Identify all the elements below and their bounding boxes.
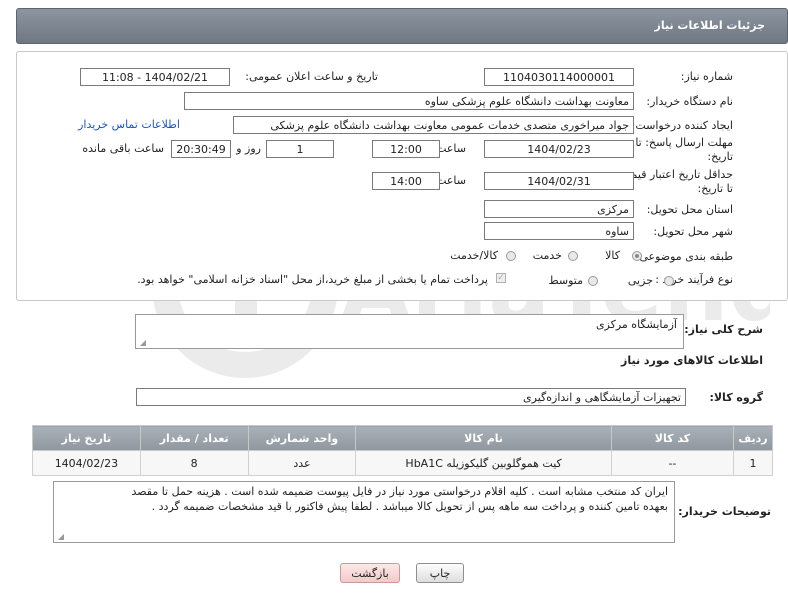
need-number-field: 1104030114000001: [484, 68, 634, 86]
city-label: شهر محل تحویل:: [653, 225, 733, 238]
announce-datetime-field: 1404/02/21 - 11:08: [80, 68, 230, 86]
back-button[interactable]: بازگشت: [340, 563, 400, 583]
description-label: شرح کلی نیاز:: [684, 323, 763, 336]
deadline-label-2: تاریخ:: [707, 150, 733, 163]
cell-code: --: [610, 450, 735, 476]
goods-table: ردیف کد کالا نام کالا واحد شمارش تعداد /…: [32, 425, 773, 476]
buyer-org-field: معاونت بهداشت دانشگاه علوم پزشکی ساوه: [184, 92, 634, 110]
col-qty: تعداد / مقدار: [139, 425, 249, 451]
deadline-date-field: 1404/02/23: [484, 140, 634, 158]
cell-qty: 8: [139, 450, 249, 476]
category-label: طبقه بندی موضوعی:: [635, 250, 733, 263]
deadline-time-label: ساعت: [436, 142, 466, 155]
process-radio-medium[interactable]: [588, 276, 598, 286]
print-button[interactable]: چاپ: [416, 563, 464, 583]
col-row: ردیف: [733, 425, 773, 451]
deadline-time-field: 12:00: [372, 140, 440, 158]
page-header: جزئیات اطلاعات نیاز: [16, 8, 788, 44]
buyer-org-label: نام دستگاه خریدار:: [646, 95, 733, 108]
city-field: ساوه: [484, 222, 634, 240]
announce-label: تاریخ و ساعت اعلان عمومی:: [245, 70, 378, 83]
process-option-medium: متوسط: [548, 274, 583, 287]
cell-name: کیت هموگلوبین گلیکوزیله HbA1C: [355, 450, 612, 476]
buyer-notes-line-2: بعهده تامین کننده و پرداخت سه ماهه پس از…: [151, 500, 668, 513]
deadline-label: مهلت ارسال پاسخ: تا: [635, 136, 733, 149]
goods-group-field: تجهیزات آزمایشگاهی و اندازه‌گیری: [136, 388, 686, 406]
province-label: استان محل تحویل:: [646, 203, 733, 216]
resize-grip-icon[interactable]: ◢: [56, 533, 64, 541]
buyer-contact-link[interactable]: اطلاعات تماس خریدار: [78, 118, 180, 131]
goods-table-header: ردیف کد کالا نام کالا واحد شمارش تعداد /…: [32, 425, 773, 451]
goods-group-label: گروه کالا:: [709, 391, 763, 404]
cell-date: 1404/02/23: [32, 450, 141, 476]
price-validity-date-field: 1404/02/31: [484, 172, 634, 190]
col-code: کد کالا: [610, 425, 735, 451]
description-text: آزمایشگاه مرکزی: [595, 318, 677, 331]
category-option-service: خدمت: [532, 249, 562, 262]
cell-unit: عدد: [247, 450, 357, 476]
category-option-goods-service: کالا/خدمت: [450, 249, 498, 262]
category-radio-service[interactable]: [568, 251, 578, 261]
remaining-time-field: 20:30:49: [171, 140, 231, 158]
category-option-goods: کالا: [605, 249, 620, 262]
process-option-minor: جزیی: [627, 274, 653, 287]
buyer-notes-label: توضیحات خریدار:: [678, 505, 771, 518]
need-number-label: شماره نیاز:: [680, 70, 733, 83]
price-validity-label-2: تا تاریخ:: [697, 182, 733, 195]
col-name: نام کالا: [355, 425, 612, 451]
col-date: تاریخ نیاز: [32, 425, 141, 451]
category-radio-goods[interactable]: [632, 251, 642, 261]
goods-section-title: اطلاعات کالاهای مورد نیاز: [621, 354, 763, 367]
days-label: روز و: [236, 142, 261, 155]
resize-grip-icon[interactable]: ◢: [138, 339, 146, 347]
buyer-notes-textarea[interactable]: ایران کد منتخب مشابه است . کلیه اقلام در…: [53, 481, 675, 543]
remaining-time-label: ساعت باقی مانده: [82, 142, 164, 155]
requester-field: جواد میراخوری متصدی خدمات عمومی معاونت ب…: [233, 116, 634, 134]
province-field: مرکزی: [484, 200, 634, 218]
page-title: جزئیات اطلاعات نیاز: [654, 19, 766, 32]
treasury-payment-note: پرداخت تمام یا بخشی از مبلغ خرید،از محل …: [137, 273, 488, 286]
description-textarea[interactable]: آزمایشگاه مرکزی ◢: [135, 314, 684, 349]
buyer-notes-line-1: ایران کد منتخب مشابه است . کلیه اقلام در…: [131, 485, 668, 498]
process-radio-minor[interactable]: [664, 276, 674, 286]
col-unit: واحد شمارش: [247, 425, 357, 451]
cell-row: 1: [733, 450, 773, 476]
treasury-payment-checkbox[interactable]: ✓: [496, 273, 506, 283]
price-time-label: ساعت: [436, 174, 466, 187]
price-validity-time-field: 14:00: [372, 172, 440, 190]
price-validity-label: حداقل تاریخ اعتبار قیمت:: [617, 168, 733, 181]
days-remaining-field: 1: [266, 140, 334, 158]
requester-label: ایجاد کننده درخواست:: [631, 119, 733, 132]
table-row: 1 -- کیت هموگلوبین گلیکوزیله HbA1C عدد 8…: [32, 450, 773, 476]
category-radio-goods-service[interactable]: [506, 251, 516, 261]
